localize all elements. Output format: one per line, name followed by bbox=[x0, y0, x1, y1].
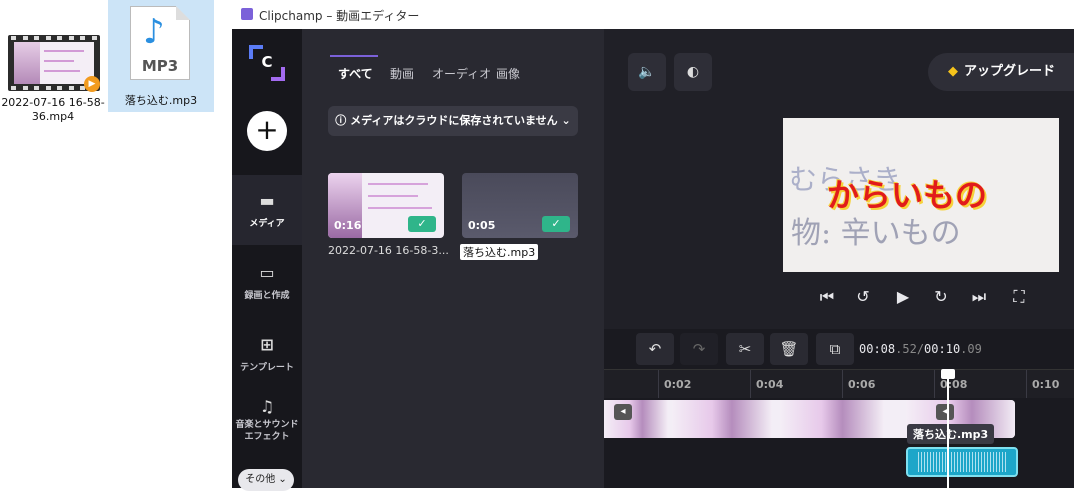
sidebar-item-label: メディア bbox=[249, 219, 285, 229]
active-tab-indicator bbox=[330, 55, 378, 57]
title-bar: Clipchamp – 動画エディター bbox=[232, 0, 1074, 29]
add-media-button[interactable]: + bbox=[247, 111, 287, 151]
speaker-icon[interactable]: ◂ bbox=[936, 404, 954, 420]
sidebar-item-label: 音楽とサウンド エフェクト bbox=[235, 420, 299, 442]
tick-label: 0:04 bbox=[756, 378, 784, 391]
skip-forward-icon[interactable]: ⏭ bbox=[966, 287, 992, 307]
sidebar-item-templates[interactable]: ⊞ テンプレート bbox=[232, 335, 302, 373]
music-note-icon: ♪ bbox=[143, 12, 165, 52]
checkmark-icon: ✓ bbox=[408, 216, 436, 232]
media-item-label: 落ち込む.mp3 bbox=[460, 244, 539, 260]
waveform bbox=[918, 452, 1006, 472]
audio-file-icon: ♪ MP3 bbox=[130, 6, 190, 80]
media-item-video[interactable]: 0:16 ✓ bbox=[328, 173, 444, 238]
volume-icon[interactable]: 🔈 bbox=[628, 53, 666, 91]
upgrade-label: アップグレード bbox=[964, 64, 1056, 79]
media-duration: 0:16 bbox=[334, 219, 362, 232]
template-icon: ⊞ bbox=[260, 335, 274, 354]
tab-audio[interactable]: オーディオ bbox=[432, 65, 491, 82]
split-scissors-icon[interactable]: ✂ bbox=[726, 333, 764, 365]
undo-icon[interactable]: ↶ bbox=[636, 333, 674, 365]
app-logo-icon bbox=[241, 8, 253, 20]
sidebar-item-music[interactable]: ♫ 音楽とサウンド エフェクト bbox=[232, 397, 302, 443]
clipchamp-brand-icon[interactable]: C bbox=[249, 45, 285, 81]
media-panel: すべて 動画 オーディオ 画像 ⓘ メディアはクラウドに保存されていません ⌄ … bbox=[302, 29, 604, 488]
media-item-audio[interactable]: 0:05 ✓ bbox=[462, 173, 578, 238]
speaker-icon[interactable]: ◂ bbox=[614, 404, 632, 420]
timeline: ↶ ↷ ✂ 🗑 ⧉ 00:08.52/00:10.09 0:02 0:04 0:… bbox=[604, 329, 1074, 488]
skip-back-icon[interactable]: ⏮ bbox=[814, 287, 840, 307]
sidebar-item-label: テンプレート bbox=[240, 363, 294, 373]
audio-clip-label: 落ち込む.mp3 bbox=[907, 424, 995, 444]
sidebar-nav: C + ▬ メディア ▭ 録画と作成 ⊞ テンプレート ♫ 音楽とサウンド エフ… bbox=[232, 29, 302, 491]
desktop-file-mp3-label: 落ち込む.mp3 bbox=[124, 94, 198, 107]
upgrade-button[interactable]: ◆ アップグレード bbox=[928, 53, 1074, 91]
play-icon[interactable]: ▶ bbox=[890, 287, 916, 306]
tick-label: 0:06 bbox=[848, 378, 876, 391]
mp3-badge: MP3 bbox=[141, 57, 179, 75]
tick-label: 0:10 bbox=[1032, 378, 1060, 391]
playhead[interactable] bbox=[947, 369, 949, 488]
tab-all[interactable]: すべて bbox=[338, 65, 373, 82]
audio-track-clip[interactable] bbox=[906, 447, 1018, 477]
media-duration: 0:05 bbox=[468, 219, 496, 232]
redo-icon[interactable]: ↷ bbox=[680, 333, 718, 365]
timeline-ruler[interactable]: 0:02 0:04 0:06 0:08 0:10 bbox=[604, 369, 1074, 398]
play-badge-icon: ▶ bbox=[84, 76, 100, 92]
preview-area: 🔈 ◐ ◆ アップグレード むらさき 物: 辛いもの からいもの ⏮ ↺ ▶ ↻ … bbox=[604, 29, 1074, 329]
video-preview-canvas[interactable]: むらさき 物: 辛いもの からいもの bbox=[783, 118, 1059, 272]
clipchamp-window: Clipchamp – 動画エディター C + ▬ メディア ▭ 録画と作成 ⊞… bbox=[232, 0, 1074, 491]
sidebar-item-label: 録画と作成 bbox=[244, 291, 290, 301]
checkmark-icon: ✓ bbox=[542, 216, 570, 232]
video-camera-icon: ▭ bbox=[259, 263, 275, 282]
contrast-icon[interactable]: ◐ bbox=[674, 53, 712, 91]
forward-5s-icon[interactable]: ↻ bbox=[928, 287, 954, 306]
tick-label: 0:08 bbox=[940, 378, 968, 391]
rewind-5s-icon[interactable]: ↺ bbox=[850, 287, 876, 306]
tab-video[interactable]: 動画 bbox=[390, 65, 414, 82]
timecode: 00:08.52/00:10.09 bbox=[859, 342, 982, 356]
diamond-icon: ◆ bbox=[948, 64, 958, 79]
window-title: Clipchamp – 動画エディター bbox=[259, 9, 420, 23]
sidebar-item-media[interactable]: ▬ メディア bbox=[232, 175, 302, 245]
tab-images[interactable]: 画像 bbox=[496, 65, 520, 82]
folder-icon: ▬ bbox=[259, 191, 275, 210]
media-item-label: 2022-07-16 16-58-3... bbox=[328, 244, 449, 257]
tick-label: 0:02 bbox=[664, 378, 692, 391]
fullscreen-icon[interactable]: ⛶ bbox=[1006, 287, 1032, 307]
caption-text[interactable]: からいもの bbox=[827, 170, 987, 216]
desktop-file-mp4-label: 2022-07-16 16-58-36.mp4 bbox=[1, 96, 105, 123]
desktop-file-mp3[interactable]: ♪ MP3 落ち込む.mp3 bbox=[108, 0, 214, 112]
delete-trash-icon[interactable]: 🗑 bbox=[770, 333, 808, 365]
sidebar-item-record[interactable]: ▭ 録画と作成 bbox=[232, 263, 302, 301]
music-note-icon: ♫ bbox=[259, 397, 275, 416]
cloud-storage-notice-button[interactable]: ⓘ メディアはクラウドに保存されていません ⌄ bbox=[328, 106, 578, 136]
desktop-file-mp4[interactable]: ▶ 2022-07-16 16-58-36.mp4 bbox=[0, 0, 106, 130]
add-clip-icon[interactable]: ⧉ bbox=[816, 333, 854, 365]
